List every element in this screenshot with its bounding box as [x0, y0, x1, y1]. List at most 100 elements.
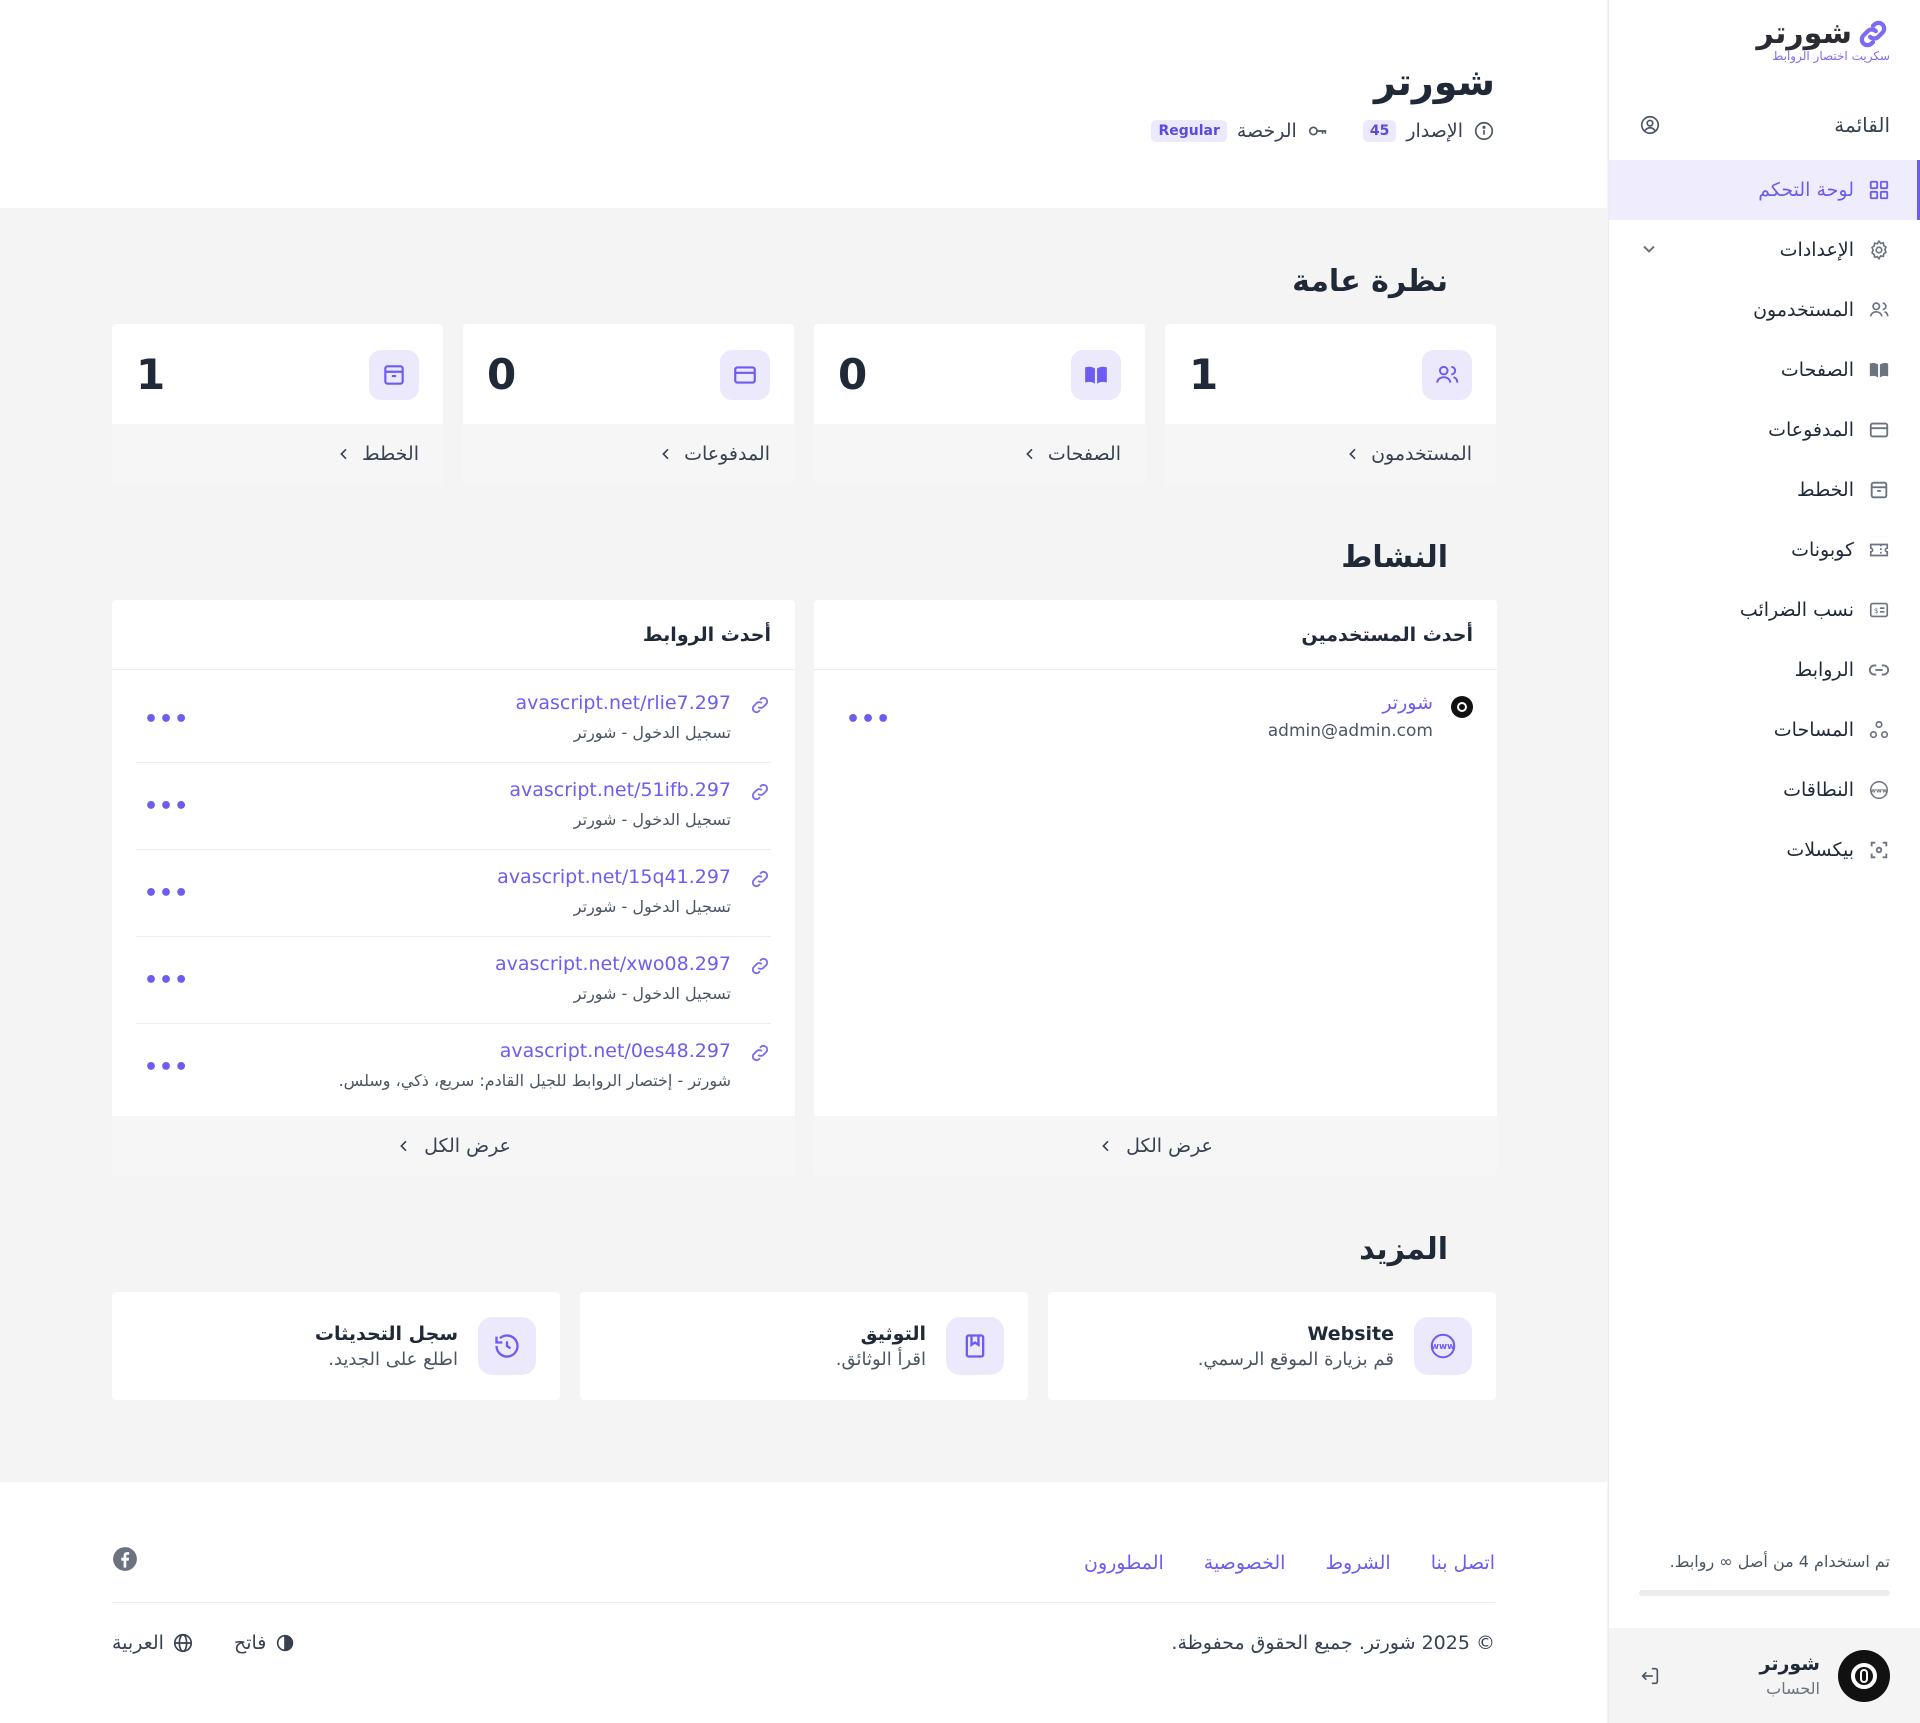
list-item[interactable]: 297.avascript.net/0es48 شورتر - إختصار ا…: [136, 1030, 771, 1117]
link-desc: تسجيل الدخول - شورتر: [573, 723, 731, 742]
changelog-card[interactable]: سجل التحديثات اطلع على الجديد.: [112, 1292, 560, 1400]
link-icon: [749, 694, 771, 716]
sidebar-item-coupons[interactable]: كوبونات: [1609, 520, 1920, 580]
view-all-links-button[interactable]: عرض الكل: [112, 1116, 795, 1176]
sidebar-item-label: المستخدمون: [1753, 299, 1854, 321]
language-label: العربية: [112, 1632, 164, 1654]
stat-link[interactable]: الصفحات: [814, 424, 1145, 484]
facebook-icon[interactable]: [112, 1546, 138, 1572]
avatar: [1838, 1649, 1890, 1702]
users-icon: [1868, 299, 1890, 321]
card-title: التوثيق: [860, 1322, 926, 1345]
sidebar-item-users[interactable]: المستخدمون: [1609, 280, 1920, 340]
documentation-card[interactable]: التوثيق اقرأ الوثائق.: [580, 1292, 1028, 1400]
link-url[interactable]: 297.avascript.net/15q41: [497, 866, 731, 888]
stat-link[interactable]: المستخدمون: [1165, 424, 1496, 484]
page-header: شورتر الإصدار 45 الرخصة Regular: [0, 0, 1607, 208]
sidebar-item-label: الخطط: [1797, 479, 1854, 501]
sidebar-item-label: الروابط: [1794, 659, 1854, 681]
brand-name: شورتر: [1756, 16, 1853, 51]
sidebar-item-pixels[interactable]: بيكسلات: [1609, 820, 1920, 880]
more-options-button[interactable]: •••: [144, 968, 189, 993]
sidebar-item-payments[interactable]: المدفوعات: [1609, 400, 1920, 460]
stat-label: الصفحات: [1047, 443, 1121, 465]
header-meta: الإصدار 45 الرخصة Regular: [1151, 120, 1495, 142]
footer-link-privacy[interactable]: الخصوصية: [1204, 1552, 1286, 1574]
more-options-button[interactable]: •••: [144, 1055, 189, 1080]
sidebar-item-domains[interactable]: www النطاقات: [1609, 760, 1920, 820]
list-item[interactable]: 297.avascript.net/rlie7 تسجيل الدخول - ش…: [136, 682, 771, 769]
logout-icon[interactable]: [1639, 1665, 1661, 1687]
stat-label: المستخدمون: [1371, 443, 1472, 465]
sidebar: شورتر سكريت اختصار الروابط القائمة لوحة …: [1608, 0, 1920, 1723]
footer-link-terms[interactable]: الشروط: [1325, 1552, 1390, 1574]
list-item[interactable]: 297.avascript.net/xwo08 تسجيل الدخول - ش…: [136, 943, 771, 1030]
chevron-down-icon[interactable]: [1639, 239, 1659, 259]
footer-link-developers[interactable]: المطورون: [1084, 1552, 1164, 1574]
menu-label: القائمة: [1834, 113, 1890, 137]
chevron-left-icon: [662, 448, 669, 460]
sidebar-item-spaces[interactable]: المساحات: [1609, 700, 1920, 760]
stat-link[interactable]: الخطط: [112, 424, 443, 484]
link-desc: تسجيل الدخول - شورتر: [573, 984, 731, 1003]
archive-icon: [1868, 479, 1890, 501]
sidebar-item-plans[interactable]: الخطط: [1609, 460, 1920, 520]
stat-label: الخطط: [362, 443, 419, 465]
more-options-button[interactable]: •••: [144, 707, 189, 732]
archive-icon: [369, 350, 419, 400]
account-panel[interactable]: شورتر الحساب: [1609, 1628, 1920, 1723]
list-item[interactable]: 297.avascript.net/51ifb تسجيل الدخول - ش…: [136, 769, 771, 856]
more-options-button[interactable]: •••: [846, 707, 891, 732]
list-item[interactable]: 297.avascript.net/15q41 تسجيل الدخول - ش…: [136, 856, 771, 943]
more-options-button[interactable]: •••: [144, 794, 189, 819]
link-url[interactable]: 297.avascript.net/rlie7: [515, 692, 731, 714]
footer-links: اتصل بنا الشروط الخصوصية المطورون: [1084, 1552, 1495, 1574]
list-item[interactable]: شورتر admin@admin.com •••: [838, 682, 1473, 769]
brand-logo[interactable]: شورتر سكريت اختصار الروابط: [1756, 16, 1890, 63]
link-icon: [1868, 659, 1890, 681]
svg-text:$: $: [1874, 606, 1879, 615]
view-all-users-button[interactable]: عرض الكل: [814, 1116, 1497, 1176]
user-name[interactable]: شورتر: [1382, 692, 1433, 714]
account-name: شورتر: [1759, 1653, 1821, 1675]
sidebar-item-settings[interactable]: الإعدادات: [1609, 220, 1920, 280]
more-title: المزيد: [1359, 1232, 1448, 1267]
user-circle-icon[interactable]: [1639, 114, 1661, 136]
sidebar-item-label: كوبونات: [1791, 539, 1854, 561]
sidebar-item-tax-rates[interactable]: $ نسب الضرائب: [1609, 580, 1920, 640]
version-badge: 45: [1362, 120, 1397, 142]
theme-toggle[interactable]: فاتح: [234, 1632, 296, 1654]
avatar: [1451, 696, 1473, 718]
usage-progress-bar: [1639, 1590, 1890, 1596]
grid-icon: [1868, 179, 1890, 201]
divider: [136, 849, 771, 850]
key-icon: [1307, 120, 1329, 142]
license-badge: Regular: [1151, 120, 1227, 142]
stat-card-payments[interactable]: 0 المدفوعات: [463, 324, 794, 484]
chevron-left-icon: [1102, 1140, 1109, 1152]
website-card[interactable]: www Website قم بزيارة الموقع الرسمي.: [1048, 1292, 1496, 1400]
stat-card-plans[interactable]: 1 الخطط: [112, 324, 443, 484]
gear-icon: [1868, 239, 1890, 261]
page-title: شورتر: [1374, 60, 1495, 104]
stat-link[interactable]: المدفوعات: [463, 424, 794, 484]
link-desc: تسجيل الدخول - شورتر: [573, 810, 731, 829]
footer-link-contact[interactable]: اتصل بنا: [1431, 1552, 1495, 1574]
sidebar-item-links[interactable]: الروابط: [1609, 640, 1920, 700]
sidebar-item-dashboard[interactable]: لوحة التحكم: [1609, 160, 1920, 220]
more-options-button[interactable]: •••: [144, 881, 189, 906]
stat-card-pages[interactable]: 0 الصفحات: [814, 324, 1145, 484]
globe-icon: [172, 1632, 194, 1654]
view-all-label: عرض الكل: [424, 1135, 511, 1157]
version-label: الإصدار: [1406, 120, 1463, 142]
card-subtitle: اقرأ الوثائق.: [835, 1348, 926, 1370]
language-selector[interactable]: العربية: [112, 1632, 194, 1654]
link-url[interactable]: 297.avascript.net/xwo08: [495, 953, 731, 975]
divider: [136, 1023, 771, 1024]
stat-card-users[interactable]: 1 المستخدمون: [1165, 324, 1496, 484]
link-url[interactable]: 297.avascript.net/0es48: [500, 1040, 731, 1062]
sidebar-item-pages[interactable]: الصفحات: [1609, 340, 1920, 400]
stat-value: 0: [838, 350, 868, 399]
link-url[interactable]: 297.avascript.net/51ifb: [509, 779, 731, 801]
card-title: سجل التحديثات: [314, 1322, 458, 1345]
